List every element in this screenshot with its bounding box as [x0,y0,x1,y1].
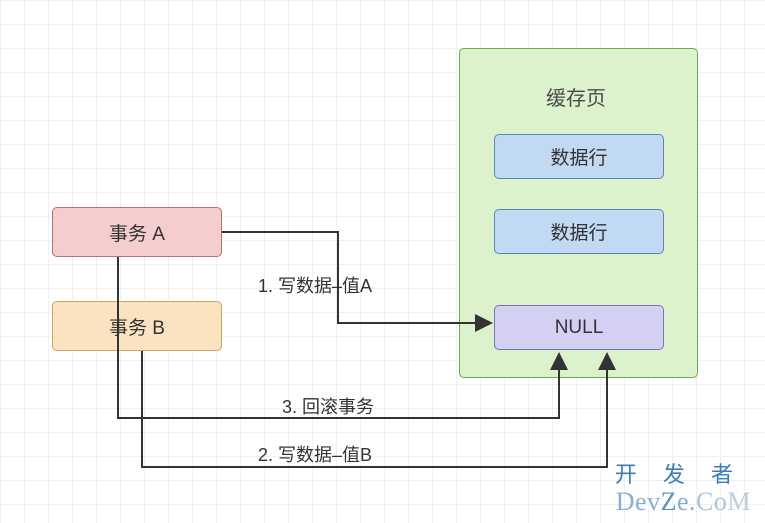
transaction-a: 事务 A [52,207,222,257]
arrow-label-3: 3. 回滚事务 [282,393,374,419]
transaction-b: 事务 B [52,301,222,351]
transaction-a-label: 事务 A [109,219,165,246]
data-row-label: 数据行 [550,218,607,245]
arrow-label-2: 2. 写数据–值B [258,441,372,467]
watermark-line2: DevZe.CoM [616,487,751,517]
data-row-1: 数据行 [494,134,664,179]
null-row: NULL [494,305,664,350]
data-row-2: 数据行 [494,209,664,254]
null-label: NULL [555,317,604,339]
data-row-label: 数据行 [550,143,607,170]
transaction-b-label: 事务 B [109,313,165,340]
arrow-label-1: 1. 写数据–值A [258,272,372,298]
watermark-line1: 开 发 者 [615,457,743,489]
cache-page-title: 缓存页 [546,82,606,111]
